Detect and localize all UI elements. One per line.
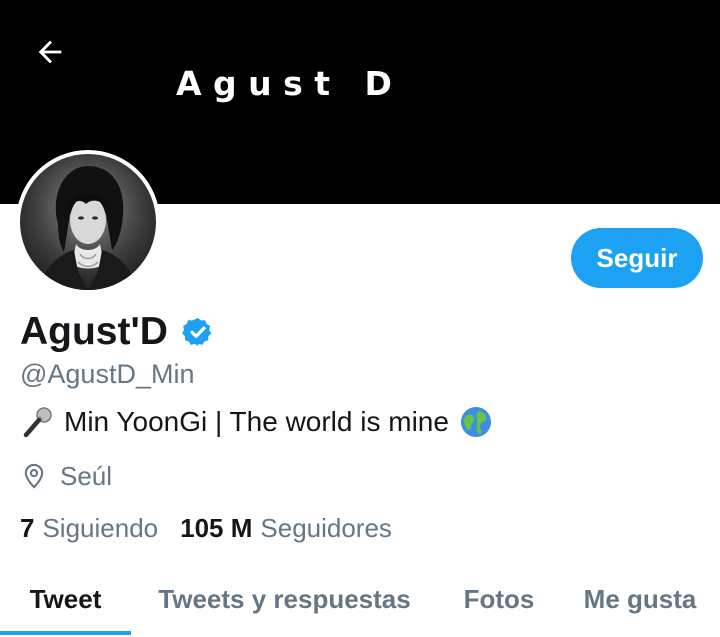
tab-label: Fotos [463, 584, 535, 614]
tab-label: Me gusta [583, 584, 697, 614]
display-name: Agust'D [20, 310, 168, 353]
tab-tweet[interactable]: Tweet [0, 562, 131, 637]
bio: Min YoonGi | The world is mine [20, 402, 493, 442]
location-row: Seúl [20, 458, 112, 494]
location-pin-icon [24, 463, 44, 489]
arrow-left-icon [38, 40, 62, 64]
bio-text: Min YoonGi | The world is mine [64, 406, 449, 437]
avatar[interactable] [16, 150, 160, 294]
stats-row: 7 Siguiendo 105 M Seguidores [20, 510, 414, 546]
user-handle: @AgustD_Min [20, 359, 195, 389]
following-count: 7 [20, 513, 35, 543]
active-tab-indicator [0, 631, 131, 635]
follow-button[interactable]: Seguir [571, 228, 703, 288]
location-text: Seúl [60, 461, 113, 491]
following-stat[interactable]: 7 Siguiendo [20, 510, 158, 546]
followers-label: Seguidores [260, 513, 392, 543]
banner-text: A g u s t D [176, 64, 392, 103]
profile-tabs: Tweet Tweets y respuestas Fotos Me gusta [0, 562, 720, 637]
microphone-icon [23, 407, 52, 438]
tab-label: Tweets y respuestas [158, 584, 411, 614]
avatar-image [20, 154, 156, 290]
back-button[interactable] [30, 32, 70, 72]
followers-stat[interactable]: 105 M Seguidores [180, 510, 392, 546]
tab-likes[interactable]: Me gusta [560, 562, 720, 637]
profile-page: A g u s t D Seguir Agust'D @AgustD_Min M… [0, 0, 720, 637]
tab-photos[interactable]: Fotos [438, 562, 560, 637]
globe-icon [460, 407, 491, 437]
verified-badge-icon [182, 318, 212, 346]
following-label: Siguiendo [42, 513, 159, 543]
tab-tweets-replies[interactable]: Tweets y respuestas [131, 562, 438, 637]
display-name-row: Agust'D [20, 308, 214, 356]
tab-label: Tweet [29, 584, 102, 614]
followers-count: 105 M [180, 513, 253, 543]
